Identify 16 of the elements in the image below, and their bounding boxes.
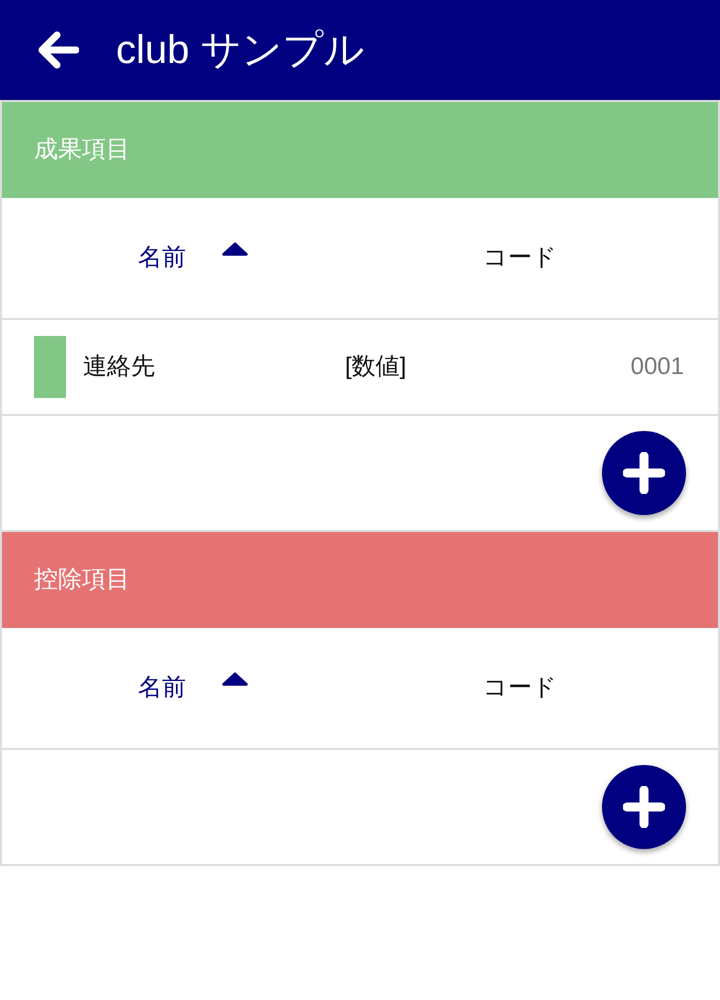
plus-icon [623,786,665,828]
back-arrow-icon [37,31,79,69]
item-name: 連絡先 [83,352,156,382]
section-title: 控除項目 [34,565,130,595]
column-header[interactable]: コード [483,670,557,706]
section-title: 成果項目 [34,135,130,165]
add-button[interactable] [602,431,686,515]
plus-icon [623,452,665,494]
column-header[interactable]: 名前 [138,240,186,276]
list-row[interactable]: 連絡先 [数値] 0001 [2,320,718,416]
column-header[interactable]: コード [483,240,557,276]
add-button[interactable] [602,765,686,849]
item-code: 0001 [630,352,684,382]
column-header[interactable]: 名前 [138,670,186,706]
app-title: club サンプル [116,27,364,74]
item-type: [数値] [345,352,406,382]
